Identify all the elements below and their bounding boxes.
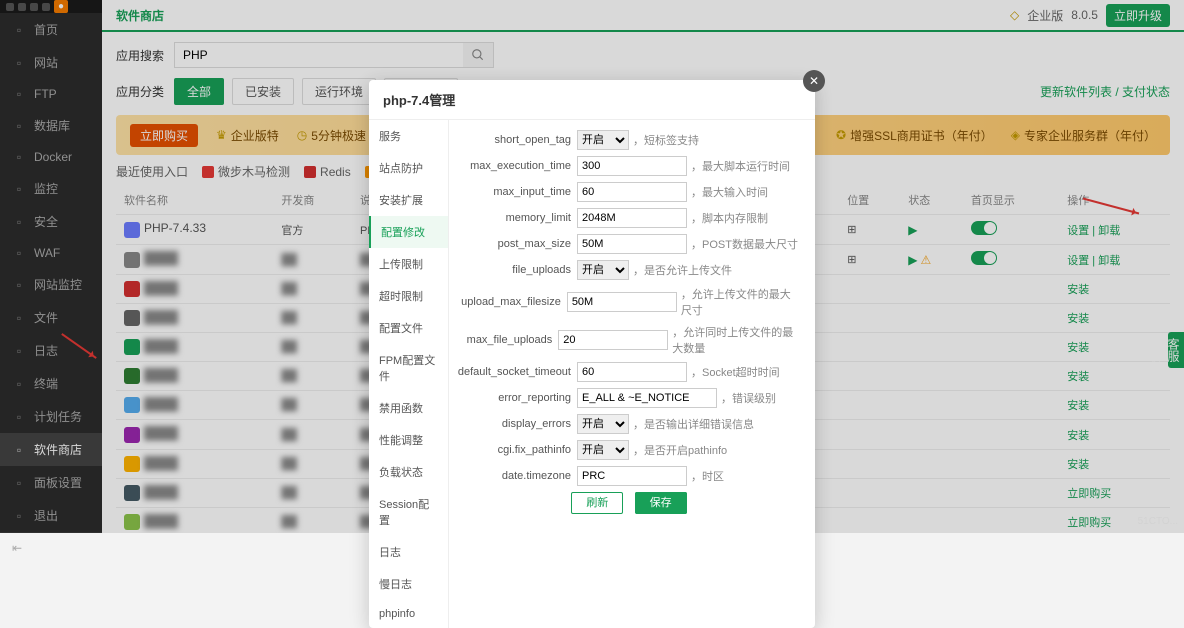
field-desc: ，允许同时上传文件的最大数量 [672, 324, 801, 356]
field-input[interactable] [558, 330, 668, 350]
config-field: post_max_size ，POST数据最大尺寸 [457, 234, 801, 254]
config-field: max_execution_time ，最大脚本运行时间 [457, 156, 801, 176]
modal-nav: 服务站点防护安装扩展配置修改上传限制超时限制配置文件FPM配置文件禁用函数性能调… [369, 120, 449, 628]
field-label: display_errors [457, 418, 577, 430]
modal-nav-item[interactable]: 禁用函数 [369, 392, 448, 424]
modal-nav-item[interactable]: 日志 [369, 536, 448, 568]
field-label: short_open_tag [457, 134, 577, 146]
field-label: date.timezone [457, 470, 577, 482]
field-desc: ，错误级别 [721, 390, 776, 406]
field-desc: ，时区 [691, 468, 724, 484]
config-field: max_input_time ，最大输入时间 [457, 182, 801, 202]
modal-nav-item[interactable]: 站点防护 [369, 152, 448, 184]
field-desc: ，是否开启pathinfo [633, 442, 727, 458]
modal-nav-item[interactable]: 上传限制 [369, 248, 448, 280]
collapse-toggle[interactable]: ⇤ [0, 532, 102, 563]
field-desc: ，Socket超时时间 [691, 364, 780, 380]
modal-mask: ✕ php-7.4管理 服务站点防护安装扩展配置修改上传限制超时限制配置文件FP… [0, 0, 1184, 533]
field-desc: ，短标签支持 [633, 132, 699, 148]
config-field: error_reporting ，错误级别 [457, 388, 801, 408]
modal-nav-item[interactable]: 安装扩展 [369, 184, 448, 216]
field-desc: ，允许上传文件的最大尺寸 [681, 286, 801, 318]
save-button[interactable]: 保存 [635, 492, 687, 514]
modal-nav-item[interactable]: 性能调整 [369, 424, 448, 456]
close-button[interactable]: ✕ [803, 70, 825, 92]
close-icon: ✕ [809, 74, 819, 88]
modal-nav-item[interactable]: FPM配置文件 [369, 344, 448, 392]
field-input[interactable] [577, 234, 687, 254]
field-desc: ，最大输入时间 [691, 184, 768, 200]
field-select[interactable]: 开启 [577, 130, 629, 150]
modal-title: php-7.4管理 [369, 80, 815, 120]
config-field: date.timezone ，时区 [457, 466, 801, 486]
field-select[interactable]: 开启 [577, 260, 629, 280]
field-label: default_socket_timeout [457, 366, 577, 378]
modal-nav-item[interactable]: Session配置 [369, 488, 448, 536]
config-form: short_open_tag开启，短标签支持max_execution_time… [449, 120, 815, 628]
modal-nav-item[interactable]: 配置文件 [369, 312, 448, 344]
config-field: default_socket_timeout ，Socket超时时间 [457, 362, 801, 382]
field-label: max_execution_time [457, 160, 577, 172]
config-field: file_uploads开启，是否允许上传文件 [457, 260, 801, 280]
field-select[interactable]: 开启 [577, 440, 629, 460]
php-manage-modal: ✕ php-7.4管理 服务站点防护安装扩展配置修改上传限制超时限制配置文件FP… [369, 80, 815, 628]
field-input[interactable] [577, 182, 687, 202]
field-label: upload_max_filesize [457, 296, 567, 308]
config-field: upload_max_filesize ，允许上传文件的最大尺寸 [457, 286, 801, 318]
field-input[interactable] [577, 208, 687, 228]
field-input[interactable] [577, 466, 687, 486]
modal-nav-item[interactable]: 负载状态 [369, 456, 448, 488]
field-select[interactable]: 开启 [577, 414, 629, 434]
field-label: max_file_uploads [457, 334, 558, 346]
field-label: memory_limit [457, 212, 577, 224]
field-desc: ，脚本内存限制 [691, 210, 768, 226]
field-label: error_reporting [457, 392, 577, 404]
field-desc: ，最大脚本运行时间 [691, 158, 790, 174]
modal-nav-item[interactable]: 超时限制 [369, 280, 448, 312]
modal-nav-item[interactable]: 服务 [369, 120, 448, 152]
config-field: memory_limit ，脚本内存限制 [457, 208, 801, 228]
field-label: file_uploads [457, 264, 577, 276]
field-input[interactable] [577, 362, 687, 382]
watermark: 51CTO... [1138, 516, 1178, 527]
field-label: cgi.fix_pathinfo [457, 444, 577, 456]
modal-nav-item[interactable]: phpinfo [369, 600, 448, 628]
modal-nav-item[interactable]: 配置修改 [369, 216, 448, 248]
config-field: short_open_tag开启，短标签支持 [457, 130, 801, 150]
field-label: post_max_size [457, 238, 577, 250]
field-input[interactable] [577, 388, 717, 408]
field-input[interactable] [577, 156, 687, 176]
field-label: max_input_time [457, 186, 577, 198]
modal-nav-item[interactable]: 慢日志 [369, 568, 448, 600]
field-desc: ，是否输出详细错误信息 [633, 416, 754, 432]
field-desc: ，POST数据最大尺寸 [691, 236, 798, 252]
config-field: max_file_uploads ，允许同时上传文件的最大数量 [457, 324, 801, 356]
config-field: display_errors开启，是否输出详细错误信息 [457, 414, 801, 434]
field-desc: ，是否允许上传文件 [633, 262, 732, 278]
config-field: cgi.fix_pathinfo开启，是否开启pathinfo [457, 440, 801, 460]
field-input[interactable] [567, 292, 677, 312]
refresh-button[interactable]: 刷新 [571, 492, 623, 514]
